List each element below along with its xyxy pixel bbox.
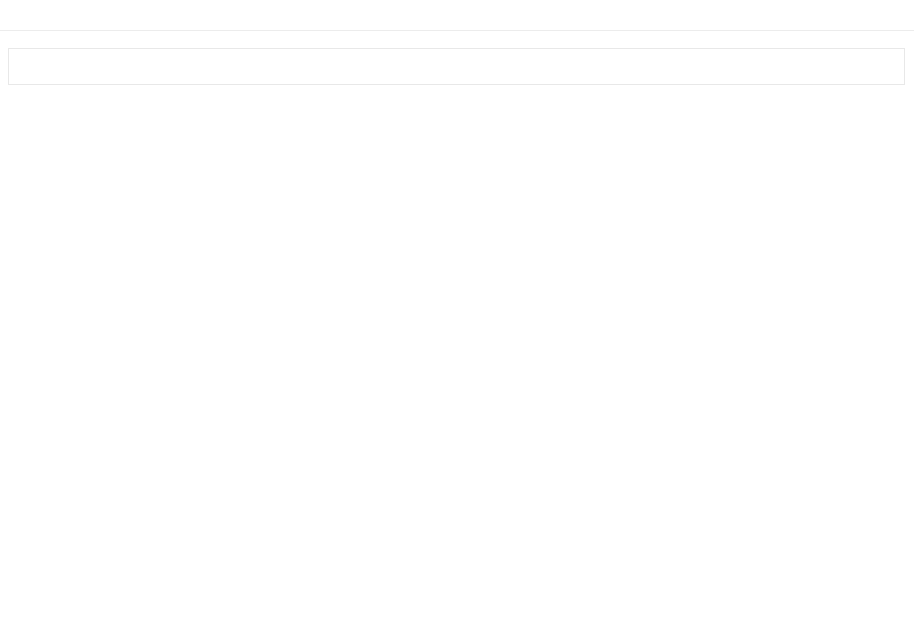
kline-chart-canvas[interactable] <box>0 0 914 642</box>
period-tab-bar <box>8 48 905 85</box>
kline-widget <box>0 0 914 642</box>
header-divider <box>0 30 914 31</box>
